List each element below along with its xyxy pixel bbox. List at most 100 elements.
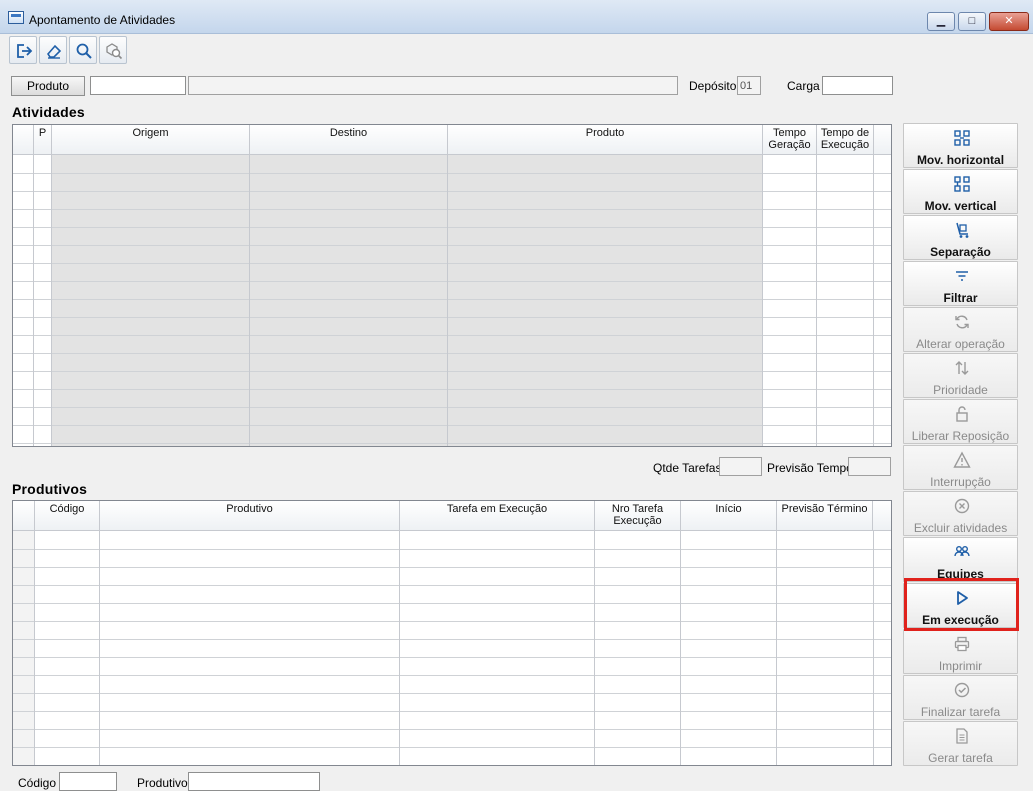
codigo-input[interactable] bbox=[60, 773, 116, 790]
mov-horizontal-label: Mov. horizontal bbox=[916, 153, 1005, 167]
produto-description-field bbox=[188, 76, 678, 95]
atividades-row-line bbox=[13, 173, 891, 174]
atividades-row-line bbox=[13, 263, 891, 264]
produtivos-col-codigo[interactable]: Código bbox=[35, 501, 100, 531]
atividades-row-line bbox=[13, 425, 891, 426]
produtivos-row-line bbox=[13, 675, 891, 676]
equipes-button[interactable]: Equipes bbox=[903, 537, 1018, 582]
qtde-tarefas-label: Qtde Tarefas bbox=[653, 461, 722, 475]
produtivos-column-line bbox=[99, 531, 100, 765]
liberar-reposicao-button[interactable]: Liberar Reposição bbox=[903, 399, 1018, 444]
produtivos-col-tarefa-execucao[interactable]: Tarefa em Execução bbox=[400, 501, 595, 531]
exit-icon bbox=[17, 44, 33, 58]
em-execucao-button[interactable]: Em execução bbox=[903, 583, 1018, 628]
imprimir-button[interactable]: Imprimir bbox=[903, 629, 1018, 674]
atividades-column-line bbox=[762, 155, 763, 446]
prioridade-button[interactable]: Prioridade bbox=[903, 353, 1018, 398]
vertical-move-icon bbox=[954, 176, 970, 192]
atividades-row-line bbox=[13, 281, 891, 282]
produtivos-grid[interactable]: Código Produtivo Tarefa em Execução Nro … bbox=[12, 500, 892, 766]
window-title: Apontamento de Atividades bbox=[29, 13, 176, 27]
play-icon bbox=[957, 591, 968, 605]
codigo-field[interactable] bbox=[59, 772, 117, 791]
interrupcao-button[interactable]: Interrupção bbox=[903, 445, 1018, 490]
produtivos-column-line bbox=[776, 531, 777, 765]
eraser-icon bbox=[46, 44, 62, 59]
produtivos-column-line bbox=[34, 531, 35, 765]
filtrar-button[interactable]: Filtrar bbox=[903, 261, 1018, 306]
produtivos-col-selector bbox=[13, 501, 35, 531]
atividades-row-line bbox=[13, 371, 891, 372]
maximize-button[interactable]: □ bbox=[958, 12, 986, 31]
atividades-col-destino[interactable]: Destino bbox=[250, 125, 448, 155]
produtivo-label: Produtivo bbox=[137, 776, 188, 790]
produtivo-input[interactable] bbox=[189, 773, 319, 790]
produtivos-col-previsao-termino[interactable]: Previsão Término bbox=[777, 501, 873, 531]
produtivos-row-line bbox=[13, 567, 891, 568]
mov-vertical-button[interactable]: Mov. vertical bbox=[903, 169, 1018, 214]
atividades-column-line bbox=[51, 155, 52, 446]
separacao-label: Separação bbox=[930, 245, 991, 259]
atividades-column-line bbox=[249, 155, 250, 446]
deposito-input bbox=[738, 77, 760, 94]
deposito-field bbox=[737, 76, 761, 95]
produto-description-input bbox=[189, 77, 677, 94]
atividades-col-produto[interactable]: Produto bbox=[448, 125, 763, 155]
check-circle-icon bbox=[954, 682, 970, 698]
atividades-col-p[interactable]: P bbox=[34, 125, 52, 155]
produto-button[interactable]: Produto bbox=[11, 76, 85, 96]
produtivos-row-line bbox=[13, 549, 891, 550]
produtivos-title: Produtivos bbox=[12, 481, 88, 497]
app-window-icon bbox=[8, 11, 24, 24]
produtivos-row-line bbox=[13, 747, 891, 748]
unlock-icon bbox=[956, 406, 968, 422]
filtrar-label: Filtrar bbox=[943, 291, 978, 305]
produtivos-column-line bbox=[680, 531, 681, 765]
atividades-col-tempo-execucao[interactable]: Tempo de Execução bbox=[817, 125, 874, 155]
atividades-header: P Origem Destino Produto Tempo Geração T… bbox=[13, 125, 891, 155]
search-icon bbox=[76, 43, 92, 59]
title-bar: Apontamento de Atividades ▁ □ ✕ bbox=[0, 0, 1033, 34]
refresh-icon bbox=[955, 315, 969, 329]
deposito-label: Depósito bbox=[689, 79, 737, 93]
atividades-column-line bbox=[447, 155, 448, 446]
finalizar-tarefa-button[interactable]: Finalizar tarefa bbox=[903, 675, 1018, 720]
produto-code-input[interactable] bbox=[91, 77, 185, 94]
carga-input[interactable] bbox=[823, 77, 892, 94]
produto-code-field[interactable] bbox=[90, 76, 186, 95]
close-button[interactable]: ✕ bbox=[989, 12, 1029, 31]
produtivos-column-line bbox=[873, 531, 874, 765]
produtivos-col-nro-tarefa[interactable]: Nro Tarefa Execução bbox=[595, 501, 681, 531]
delete-circle-icon bbox=[954, 498, 970, 514]
search-button[interactable] bbox=[69, 36, 97, 64]
atividades-col-tempo-geracao[interactable]: Tempo Geração bbox=[763, 125, 817, 155]
warning-icon bbox=[953, 451, 971, 468]
advanced-search-button[interactable] bbox=[99, 36, 127, 64]
produtivos-row-line bbox=[13, 639, 891, 640]
produtivos-row-line bbox=[13, 621, 891, 622]
document-icon bbox=[956, 728, 968, 744]
produtivos-col-inicio[interactable]: Início bbox=[681, 501, 777, 531]
produtivos-col-produtivo[interactable]: Produtivo bbox=[100, 501, 400, 531]
minimize-button[interactable]: ▁ bbox=[927, 12, 955, 31]
atividades-empty-area bbox=[52, 155, 763, 446]
gerar-tarefa-button[interactable]: Gerar tarefa bbox=[903, 721, 1018, 766]
carga-field[interactable] bbox=[822, 76, 893, 95]
clear-button[interactable] bbox=[39, 36, 67, 64]
mov-horizontal-button[interactable]: Mov. horizontal bbox=[903, 123, 1018, 168]
atividades-col-origem[interactable]: Origem bbox=[52, 125, 250, 155]
codigo-label: Código bbox=[18, 776, 57, 790]
atividades-row-line bbox=[13, 353, 891, 354]
separacao-button[interactable]: Separação bbox=[903, 215, 1018, 260]
gerar-tarefa-label: Gerar tarefa bbox=[928, 751, 993, 765]
produtivos-row-line bbox=[13, 729, 891, 730]
alterar-operacao-button[interactable]: Alterar operação bbox=[903, 307, 1018, 352]
atividades-row-line bbox=[13, 335, 891, 336]
atividades-row-line bbox=[13, 209, 891, 210]
produtivo-field[interactable] bbox=[188, 772, 320, 791]
atividades-grid[interactable]: P Origem Destino Produto Tempo Geração T… bbox=[12, 124, 892, 447]
maximize-icon: □ bbox=[968, 15, 976, 27]
equipes-label: Equipes bbox=[937, 567, 984, 581]
exit-button[interactable] bbox=[9, 36, 37, 64]
excluir-atividades-button[interactable]: Excluir atividades bbox=[903, 491, 1018, 536]
